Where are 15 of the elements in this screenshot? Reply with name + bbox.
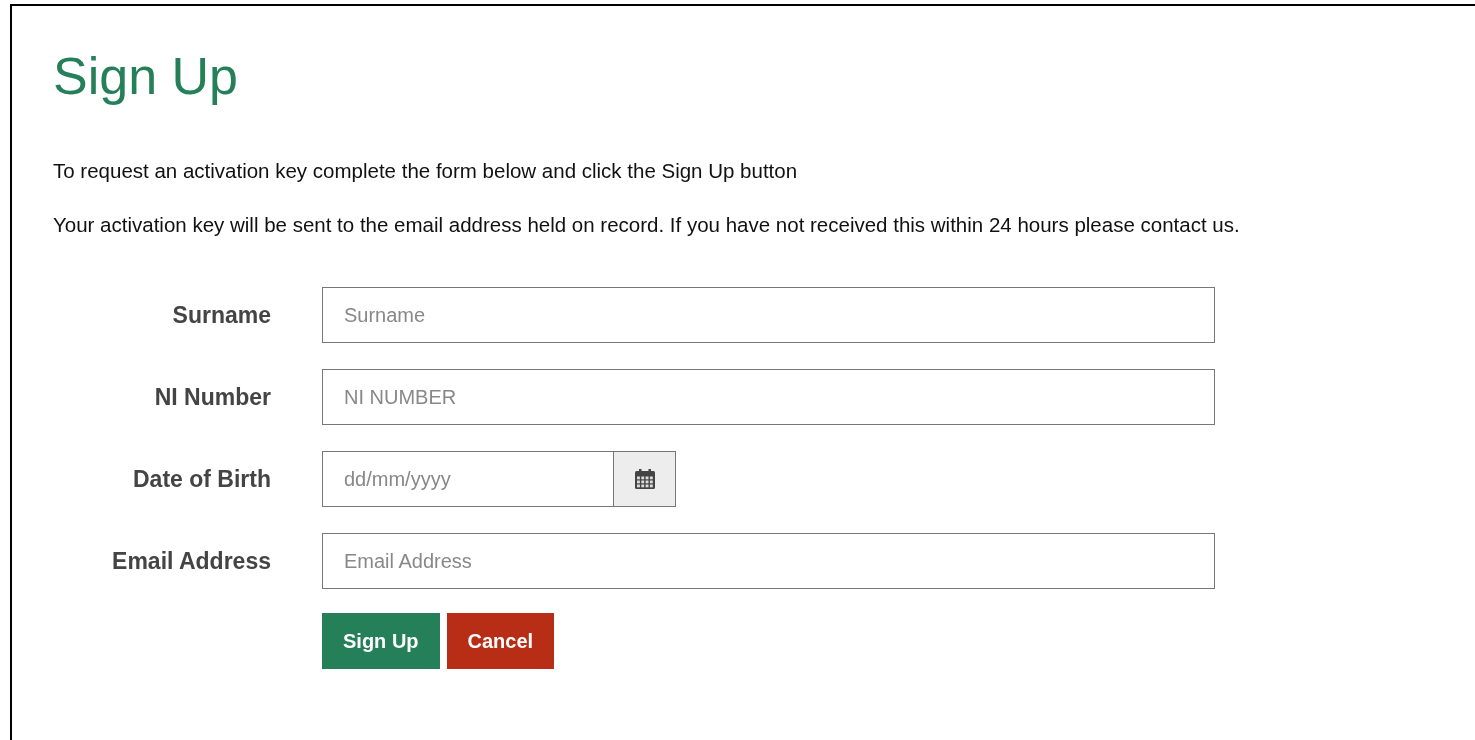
calendar-button[interactable] — [614, 451, 676, 508]
date-field[interactable]: dd/mm/yyyy — [322, 451, 614, 508]
instruction-text: To request an activation key complete the form below and click the Sign Up button — [53, 159, 799, 184]
cancel-button[interactable]: Cancel — [446, 613, 555, 670]
calendar-icon — [633, 468, 656, 491]
field-label: Email Address — [111, 547, 271, 575]
field-label: Date of Birth — [132, 465, 271, 493]
page-title: Sign Up — [53, 48, 239, 106]
submit-button[interactable]: Sign Up — [322, 613, 440, 670]
field-label: Surname — [171, 301, 271, 329]
instruction-text: Your activation key will be sent to the email address held on record. If you have not received this within 24 hours please contact us. — [53, 213, 1241, 238]
input-field[interactable]: Surname — [322, 287, 1215, 344]
input-field[interactable]: NI NUMBER — [322, 369, 1215, 426]
field-label: NI Number — [153, 383, 271, 411]
input-field[interactable]: Email Address — [322, 533, 1215, 590]
